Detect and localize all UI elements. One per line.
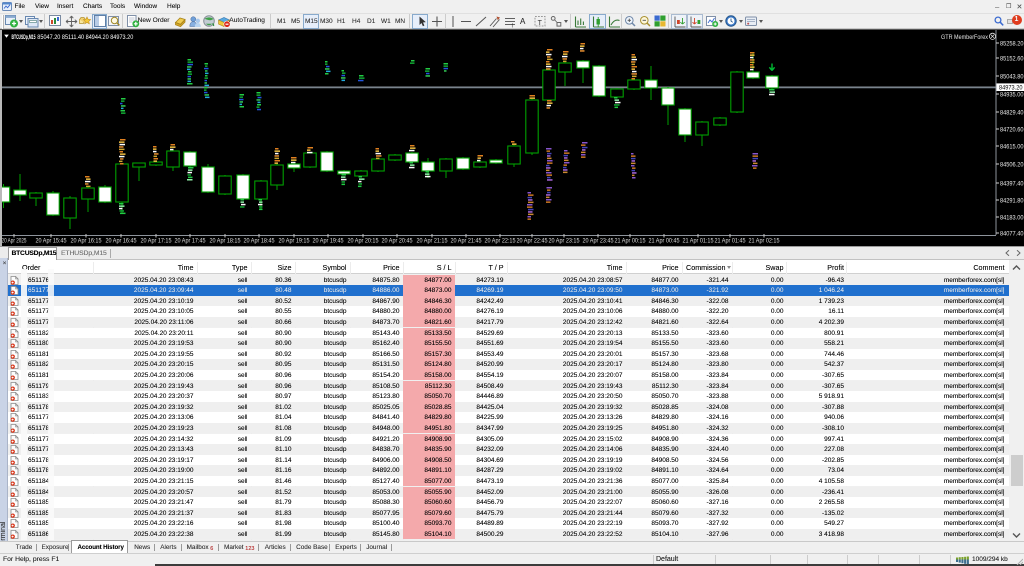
- svg-text:20 Apr 17:45: 20 Apr 17:45: [175, 237, 206, 244]
- svg-text:20 Apr 23:45: 20 Apr 23:45: [583, 237, 614, 244]
- svg-text:20 Apr 21:15: 20 Apr 21:15: [417, 237, 448, 244]
- svg-text:84973.20: 84973.20: [999, 85, 1023, 92]
- svg-text:20 Apr 23:15: 20 Apr 23:15: [549, 237, 580, 244]
- svg-text:85152.60: 85152.60: [1000, 55, 1024, 62]
- svg-text:20 Apr 16:15: 20 Apr 16:15: [71, 237, 102, 244]
- svg-text:85258.20: 85258.20: [1000, 40, 1024, 47]
- svg-text:85047.20 85111.40 84944.20 849: 85047.20 85111.40 84944.20 84973.20: [37, 34, 133, 41]
- svg-text:20 Apr 22:45: 20 Apr 22:45: [517, 237, 548, 244]
- svg-text:20 Apr 17:15: 20 Apr 17:15: [141, 237, 172, 244]
- svg-text:20 Apr 2025: 20 Apr 2025: [2, 237, 27, 244]
- svg-text:21 Apr 01:45: 21 Apr 01:45: [715, 237, 746, 244]
- svg-text:21 Apr 00:45: 21 Apr 00:45: [649, 237, 680, 244]
- svg-text:20 Apr 18:15: 20 Apr 18:15: [210, 237, 241, 244]
- svg-text:21 Apr 01:15: 21 Apr 01:15: [683, 237, 714, 244]
- svg-text:GTR MemberForex: GTR MemberForex: [941, 34, 988, 41]
- svg-text:20 Apr 19:45: 20 Apr 19:45: [313, 237, 344, 244]
- svg-text:20 Apr 20:15: 20 Apr 20:15: [348, 237, 379, 244]
- svg-text:20 Apr 15:45: 20 Apr 15:45: [36, 237, 67, 244]
- svg-text:20 Apr 21:45: 20 Apr 21:45: [451, 237, 482, 244]
- svg-text:84183.00: 84183.00: [1000, 214, 1024, 221]
- svg-text:BTCUSDp,M15: BTCUSDp,M15: [12, 34, 36, 41]
- svg-text:84506.20: 84506.20: [1000, 161, 1024, 168]
- svg-text:84720.60: 84720.60: [1000, 126, 1024, 133]
- svg-text:20 Apr 20:45: 20 Apr 20:45: [382, 237, 413, 244]
- svg-text:20 Apr 18:45: 20 Apr 18:45: [244, 237, 275, 244]
- svg-text:T: T: [538, 20, 543, 27]
- svg-text:84615.00: 84615.00: [1000, 143, 1024, 150]
- svg-text:85043.80: 85043.80: [1000, 73, 1024, 80]
- svg-text:84077.40: 84077.40: [1000, 230, 1024, 237]
- svg-text:20 Apr 22:15: 20 Apr 22:15: [485, 237, 516, 244]
- svg-text:20 Apr 19:15: 20 Apr 19:15: [279, 237, 310, 244]
- svg-text:84397.40: 84397.40: [1000, 180, 1024, 187]
- svg-text:84935.00: 84935.00: [1000, 91, 1024, 98]
- svg-text:20 Apr 16:45: 20 Apr 16:45: [106, 237, 137, 244]
- svg-text:84291.80: 84291.80: [1000, 197, 1024, 204]
- svg-text:21 Apr 00:15: 21 Apr 00:15: [615, 237, 646, 244]
- svg-text:84829.40: 84829.40: [1000, 109, 1024, 116]
- svg-text:21 Apr 02:15: 21 Apr 02:15: [749, 237, 780, 244]
